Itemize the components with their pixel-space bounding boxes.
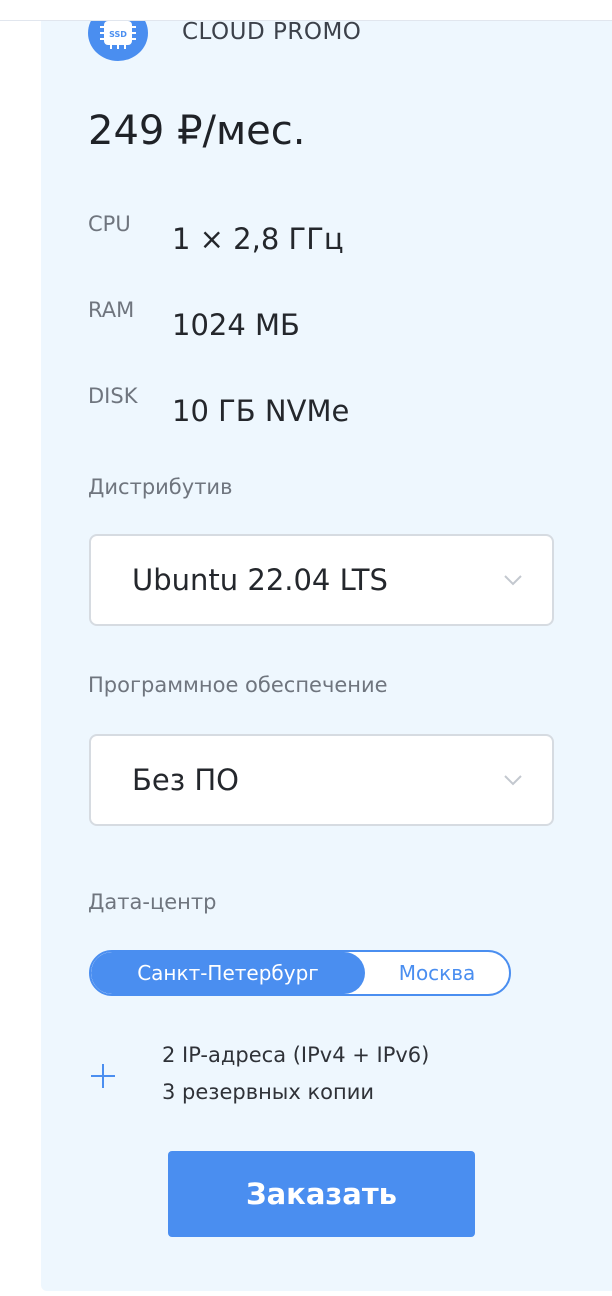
- chevron-down-icon: [504, 775, 522, 786]
- distro-select[interactable]: Ubuntu 22.04 LTS: [89, 534, 554, 626]
- extra-item: 2 IP-адреса (IPv4 + IPv6): [162, 1043, 430, 1067]
- plan-price: 249 ₽/мес.: [88, 108, 306, 154]
- datacenter-toggle: Санкт-Петербург Москва: [89, 950, 511, 996]
- extra-item: 3 резервных копии: [162, 1080, 375, 1104]
- datacenter-option-moscow[interactable]: Москва: [365, 952, 509, 994]
- spec-key: DISK: [88, 384, 138, 408]
- spec-key: CPU: [88, 212, 131, 236]
- spec-key: RAM: [88, 298, 135, 322]
- software-select[interactable]: Без ПО: [89, 734, 554, 826]
- ssd-icon-text: SSD: [109, 30, 127, 39]
- plan-name: CLOUD PROMO: [182, 19, 362, 45]
- order-button[interactable]: Заказать: [168, 1151, 475, 1237]
- software-select-value: Без ПО: [132, 763, 240, 797]
- spec-value: 1 × 2,8 ГГц: [172, 222, 344, 256]
- spec-value: 1024 МБ: [172, 308, 300, 342]
- distro-label: Дистрибутив: [88, 475, 233, 499]
- software-label: Программное обеспечение: [88, 673, 388, 697]
- datacenter-option-spb[interactable]: Санкт-Петербург: [91, 952, 365, 994]
- datacenter-label: Дата-центр: [88, 890, 217, 914]
- chevron-down-icon: [504, 575, 522, 586]
- top-bar: [0, 0, 612, 21]
- plus-icon: [91, 1064, 115, 1088]
- spec-value: 10 ГБ NVMe: [172, 394, 350, 428]
- distro-select-value: Ubuntu 22.04 LTS: [132, 563, 388, 597]
